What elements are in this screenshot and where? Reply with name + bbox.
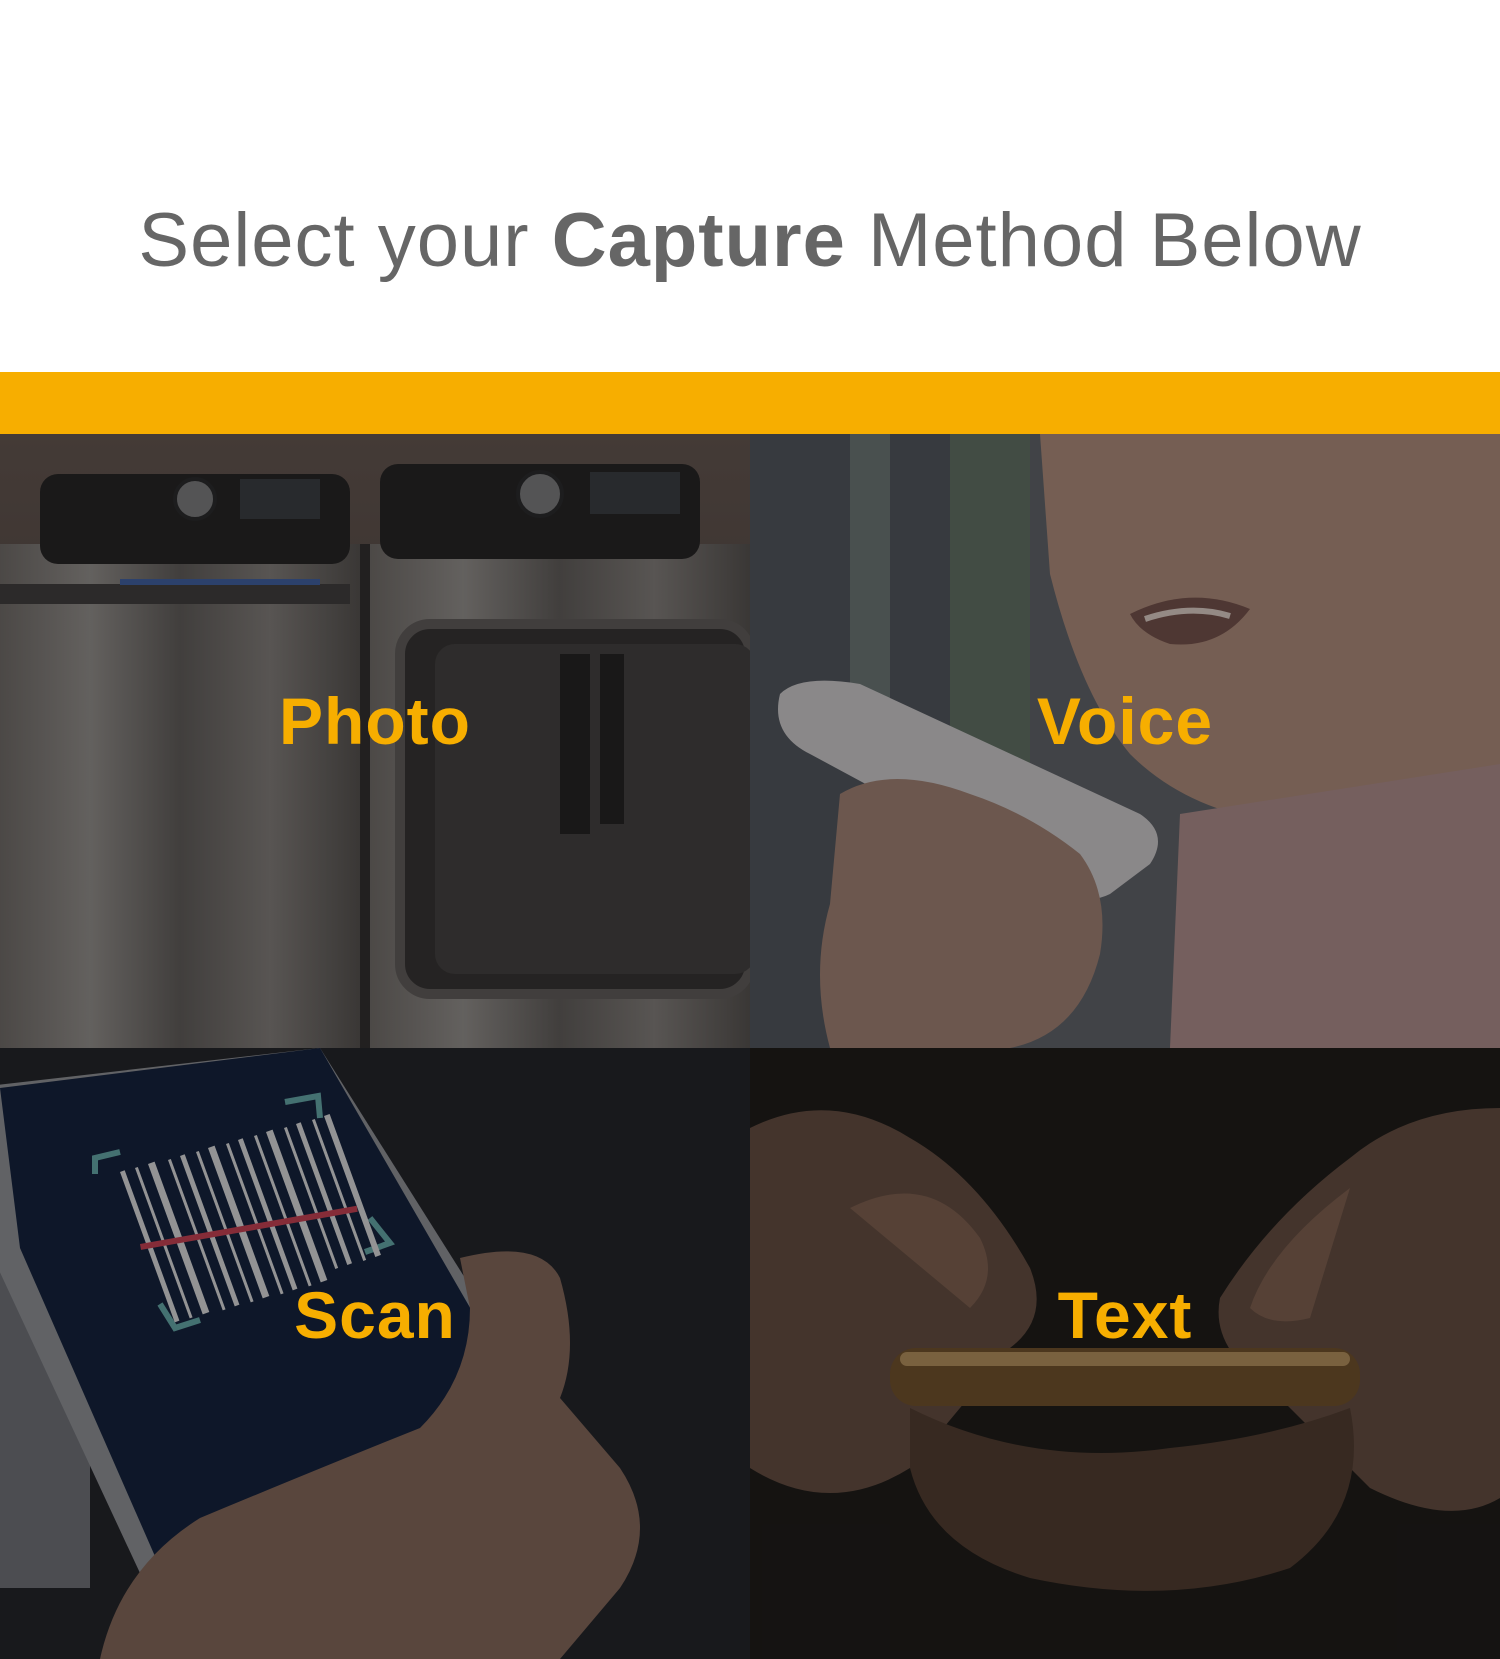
- title-prefix: Select your: [138, 198, 552, 283]
- capture-method-photo[interactable]: Photo: [0, 434, 750, 1048]
- title-emphasis: Capture: [551, 198, 846, 283]
- capture-method-label: Photo: [279, 684, 471, 758]
- capture-method-grid: Photo Voice Scan Text: [0, 434, 1500, 1659]
- capture-method-scan[interactable]: Scan: [0, 1048, 750, 1659]
- capture-method-label: Voice: [1036, 684, 1214, 758]
- accent-band: [0, 372, 1500, 434]
- title-suffix: Method Below: [845, 198, 1362, 283]
- capture-method-voice[interactable]: Voice: [750, 434, 1500, 1048]
- page-title: Select your Capture Method Below: [0, 198, 1500, 284]
- header: Select your Capture Method Below: [0, 0, 1500, 372]
- capture-method-label: Text: [1057, 1278, 1193, 1352]
- tile-overlay: [0, 1048, 750, 1659]
- tile-overlay: [750, 1048, 1500, 1659]
- capture-method-label: Scan: [294, 1278, 456, 1352]
- capture-method-text[interactable]: Text: [750, 1048, 1500, 1659]
